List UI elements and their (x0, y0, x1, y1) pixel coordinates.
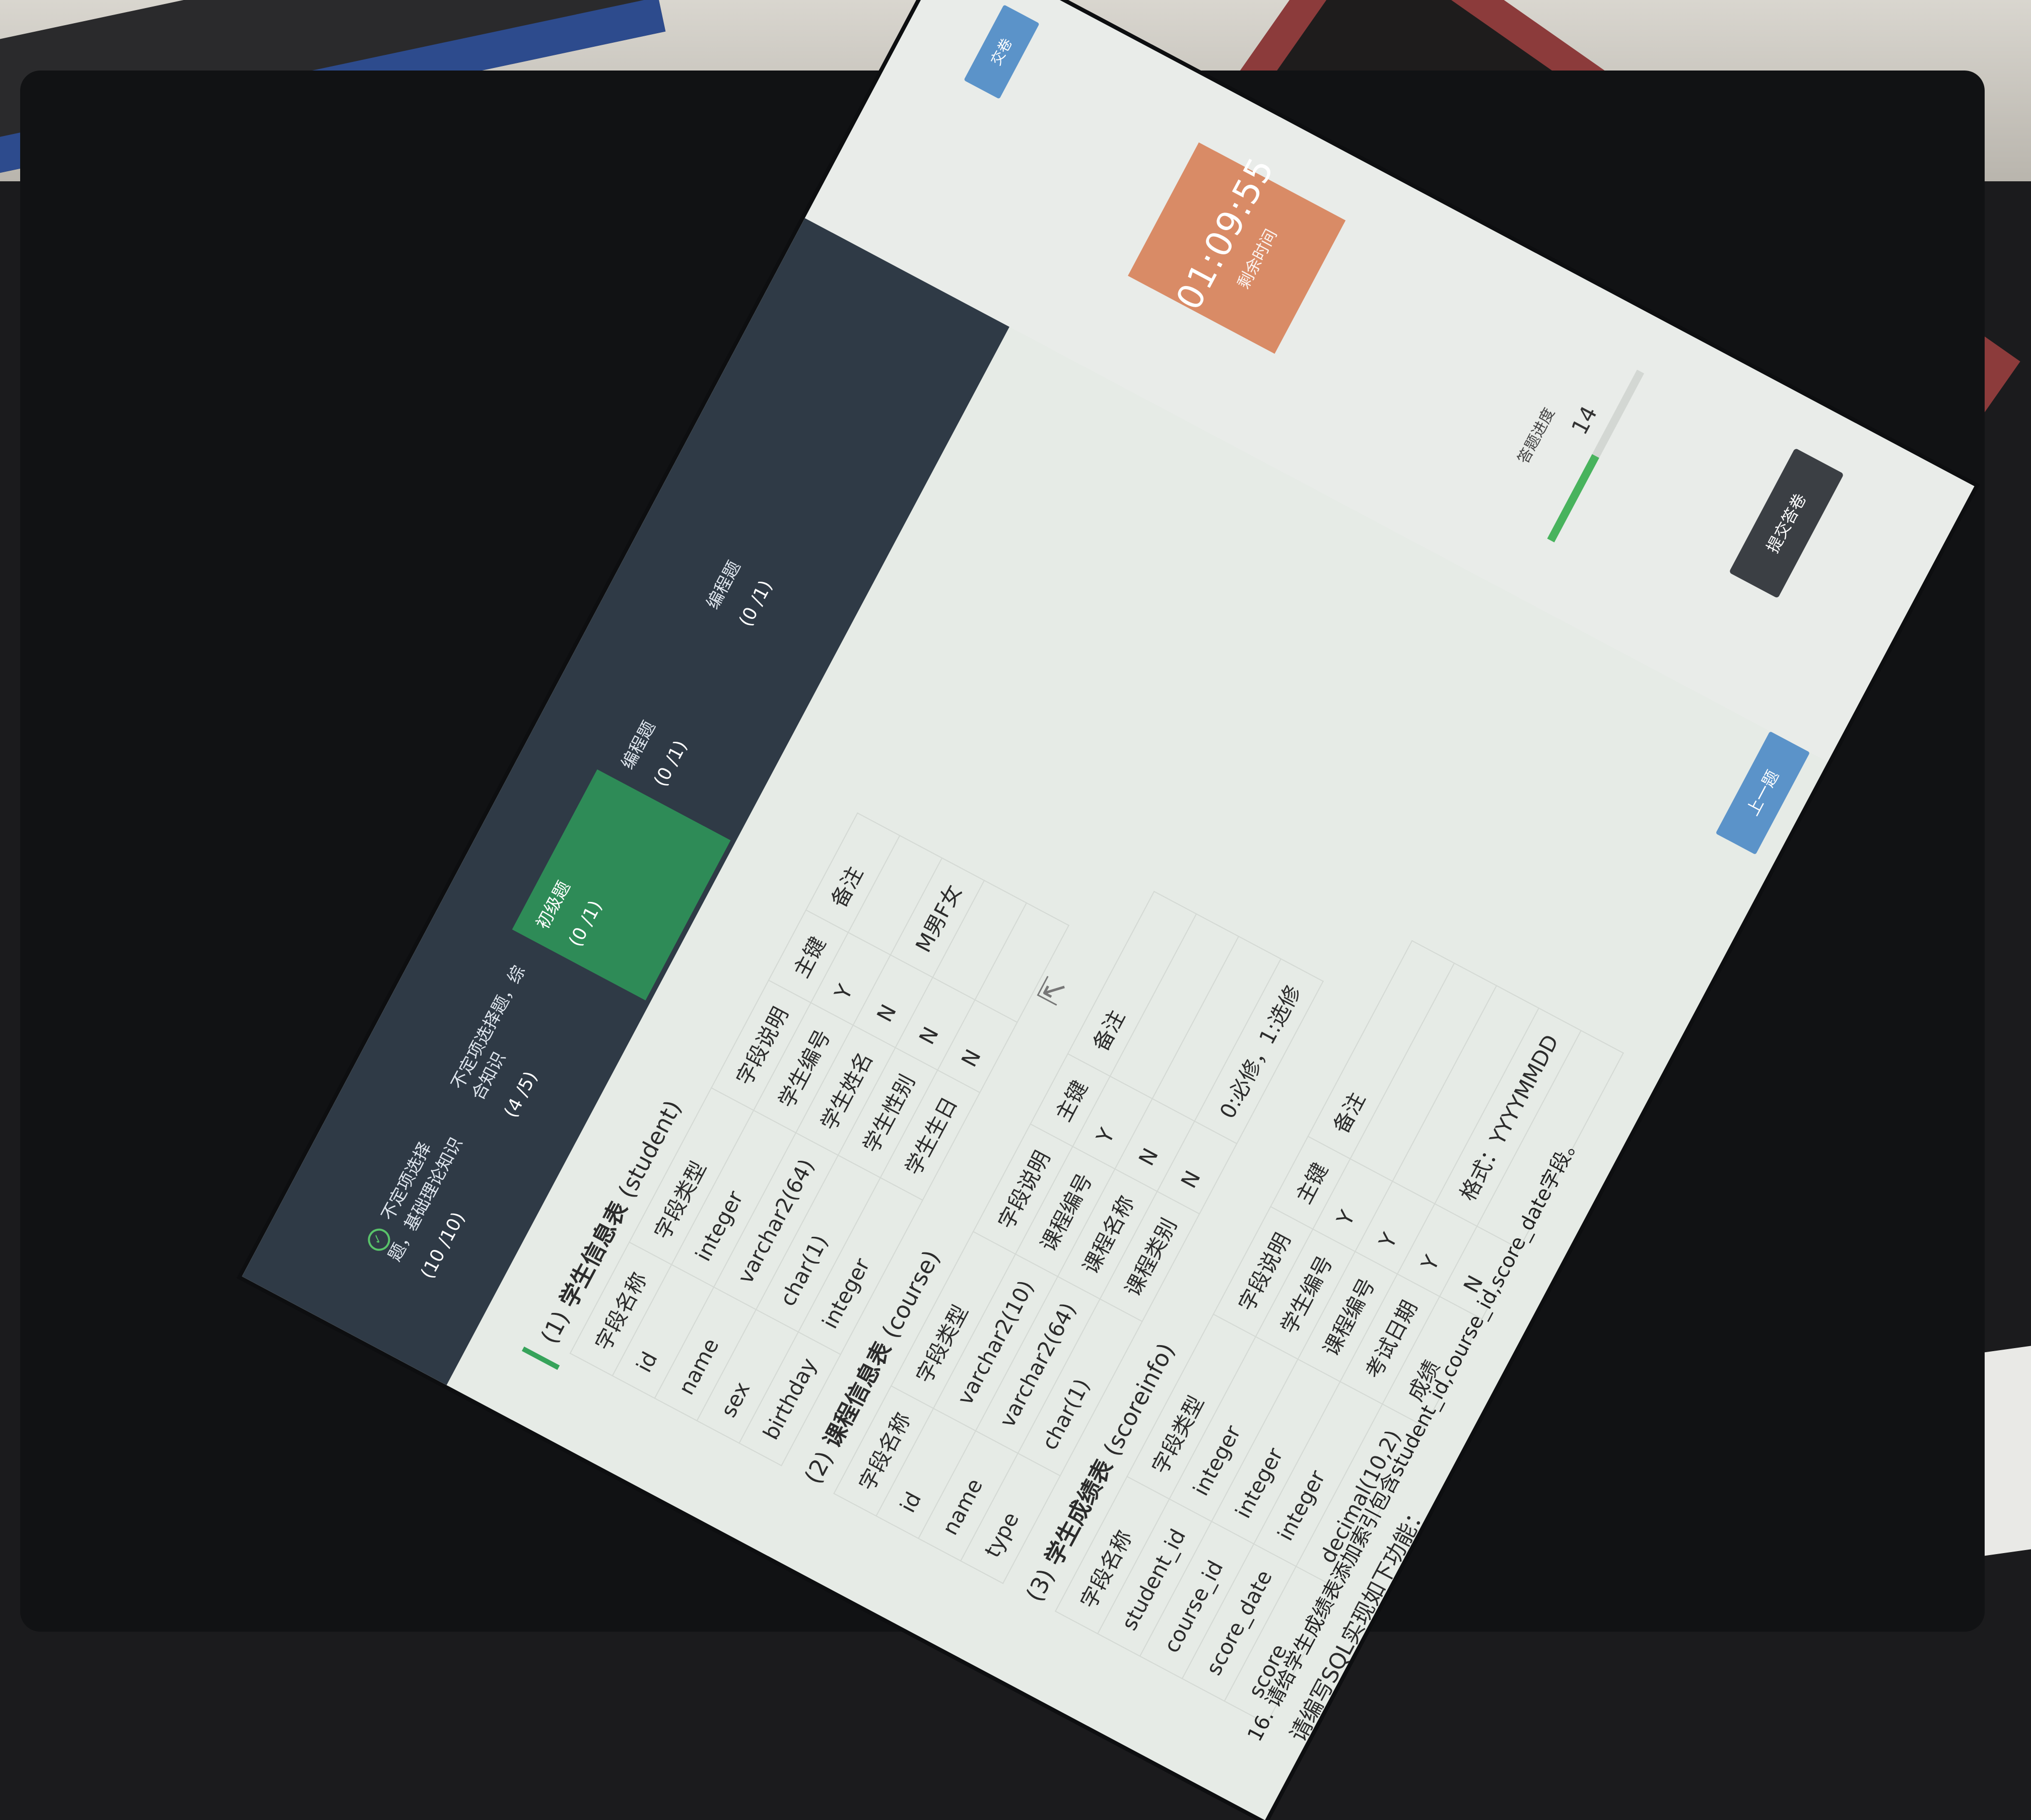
progress-value: 14 (1567, 402, 1603, 439)
tab-label: 编程题 (703, 557, 745, 613)
progress-fill (1547, 454, 1599, 542)
tab-count: (0 /1) (650, 737, 692, 790)
accent-bar (521, 1346, 560, 1370)
progress-bar (1547, 369, 1645, 542)
tab-count: (0 /1) (735, 577, 777, 630)
timer-box: 01:09:55 剩余时间 (1128, 142, 1346, 354)
submit-badge-button[interactable]: 交卷 (964, 5, 1040, 99)
tab-label: 初级题 (532, 878, 575, 933)
submit-exam-button[interactable]: 提交答卷 (1729, 448, 1844, 599)
tab-label: 编程题 (618, 718, 660, 773)
tab-count: (0 /1) (565, 897, 606, 950)
progress-label: 答题进度 (1514, 405, 1559, 467)
